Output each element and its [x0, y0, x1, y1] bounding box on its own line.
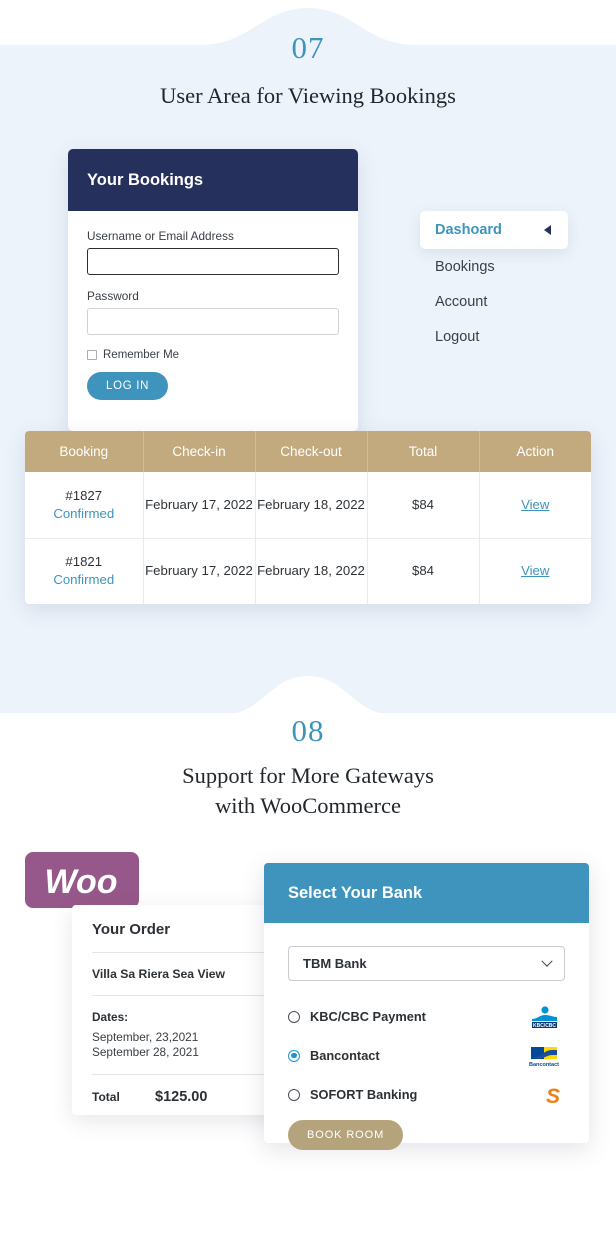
column-header-total: Total — [367, 431, 480, 472]
cell-booking-id: #1821 Confirmed — [25, 538, 144, 604]
password-label: Password — [87, 289, 139, 303]
book-room-button[interactable]: BOOK ROOM — [288, 1120, 404, 1150]
table-header-row: Booking Check-in Check-out Total Action — [25, 431, 591, 472]
payment-method-label: KBC/CBC Payment — [310, 1009, 426, 1024]
cell-check-out: February 18, 2022 — [255, 472, 368, 539]
dashboard-menu-item-bookings[interactable]: Bookings — [420, 249, 568, 284]
cell-booking-id: #1827 Confirmed — [25, 472, 144, 539]
username-label: Username or Email Address — [87, 229, 234, 243]
column-header-action: Action — [479, 431, 591, 472]
bank-select-value: TBM Bank — [303, 956, 367, 971]
login-card-title: Your Bookings — [87, 170, 204, 189]
section-08-title-line-2: with WooCommerce — [215, 793, 401, 818]
table-row: #1821 Confirmed February 17, 2022 Februa… — [25, 538, 591, 604]
bookings-table-wrapper: Booking Check-in Check-out Total Action … — [25, 431, 591, 604]
caret-left-icon — [544, 225, 551, 235]
payment-method-kbc-cbc[interactable]: KBC/CBC Payment KBC/CBC — [288, 997, 565, 1036]
dashboard-menu-item-dashboard[interactable]: Dashoard — [420, 211, 568, 249]
order-total-label: Total — [92, 1090, 120, 1104]
section-08-hill-divider — [0, 660, 616, 716]
radio-kbc-cbc[interactable] — [288, 1010, 300, 1023]
section-08-number: 08 — [291, 713, 325, 748]
dashboard-menu-item-label: Dashoard — [435, 222, 502, 238]
svg-text:Woo: Woo — [44, 863, 117, 901]
payment-method-label: Bancontact — [310, 1048, 380, 1063]
column-header-check-out: Check-out — [255, 431, 368, 472]
table-row: #1827 Confirmed February 17, 2022 Februa… — [25, 472, 591, 539]
section-08-title: Support for More Gateways with WooCommer… — [0, 761, 616, 821]
svg-text:KBC/CBC: KBC/CBC — [533, 1022, 556, 1028]
password-input[interactable] — [87, 308, 339, 335]
dashboard-menu-item-label: Logout — [435, 328, 480, 345]
payment-method-bancontact[interactable]: Bancontact Bancontact — [288, 1036, 565, 1075]
view-booking-link[interactable]: View — [521, 497, 549, 512]
cell-check-in: February 17, 2022 — [143, 538, 256, 604]
login-button[interactable]: LOG IN — [87, 372, 169, 400]
bookings-table: Booking Check-in Check-out Total Action … — [25, 431, 591, 604]
select-bank-header: Select Your Bank — [264, 863, 589, 923]
cell-action: View — [479, 538, 591, 604]
login-card-body: Username or Email Address Password Remem… — [68, 211, 358, 400]
cell-action: View — [479, 472, 591, 539]
kbc-cbc-logo: KBC/CBC — [523, 1004, 565, 1030]
page-root: 07 User Area for Viewing Bookings Your B… — [0, 0, 616, 1247]
payment-method-sofort[interactable]: SOFORT Banking S — [288, 1075, 565, 1114]
payment-method-label: SOFORT Banking — [310, 1087, 418, 1102]
select-bank-title: Select Your Bank — [288, 883, 423, 902]
remember-me-label: Remember Me — [103, 349, 180, 361]
booking-id-text: #1827 — [65, 487, 103, 503]
view-booking-link[interactable]: View — [521, 563, 549, 578]
bank-select-dropdown[interactable]: TBM Bank — [288, 946, 565, 981]
dashboard-menu-item-account[interactable]: Account — [420, 284, 568, 319]
svg-text:Bancontact: Bancontact — [529, 1062, 559, 1068]
select-bank-panel: Select Your Bank TBM Bank KBC/CBC Paymen… — [264, 863, 589, 1150]
dashboard-menu-item-logout[interactable]: Logout — [420, 319, 568, 354]
status-badge: Confirmed — [53, 505, 115, 521]
dashboard-menu-item-label: Account — [435, 293, 488, 310]
payment-method-list: KBC/CBC Payment KBC/CBC Bancontact Banco… — [288, 997, 565, 1114]
cell-total: $84 — [367, 538, 480, 604]
column-header-booking: Booking — [25, 431, 144, 472]
booking-id-text: #1821 — [65, 554, 103, 570]
login-card-header: Your Bookings — [68, 149, 358, 211]
chevron-down-icon — [541, 955, 553, 967]
order-total-value: $125.00 — [155, 1089, 208, 1105]
select-bank-body: TBM Bank KBC/CBC Payment KBC/CBC Bancont… — [264, 923, 589, 1150]
remember-me-checkbox[interactable] — [87, 350, 97, 360]
cell-check-in: February 17, 2022 — [143, 472, 256, 539]
radio-sofort[interactable] — [288, 1088, 300, 1101]
bancontact-logo: Bancontact — [523, 1043, 565, 1069]
remember-me-row[interactable]: Remember Me — [87, 349, 339, 361]
dashboard-menu-item-label: Bookings — [435, 258, 495, 275]
section-07-number: 07 — [291, 30, 325, 65]
login-card: Your Bookings Username or Email Address … — [68, 149, 358, 431]
radio-bancontact[interactable] — [288, 1049, 300, 1062]
svg-text:S: S — [546, 1085, 560, 1108]
section-07-title: User Area for Viewing Bookings — [160, 83, 456, 108]
status-badge: Confirmed — [53, 572, 115, 588]
username-input[interactable] — [87, 248, 339, 275]
section-08-title-line-1: Support for More Gateways — [182, 763, 434, 788]
cell-total: $84 — [367, 472, 480, 539]
cell-check-out: February 18, 2022 — [255, 538, 368, 604]
column-header-check-in: Check-in — [143, 431, 256, 472]
sofort-logo: S — [523, 1082, 565, 1108]
dashboard-menu: Dashoard Bookings Account Logout — [420, 211, 568, 354]
